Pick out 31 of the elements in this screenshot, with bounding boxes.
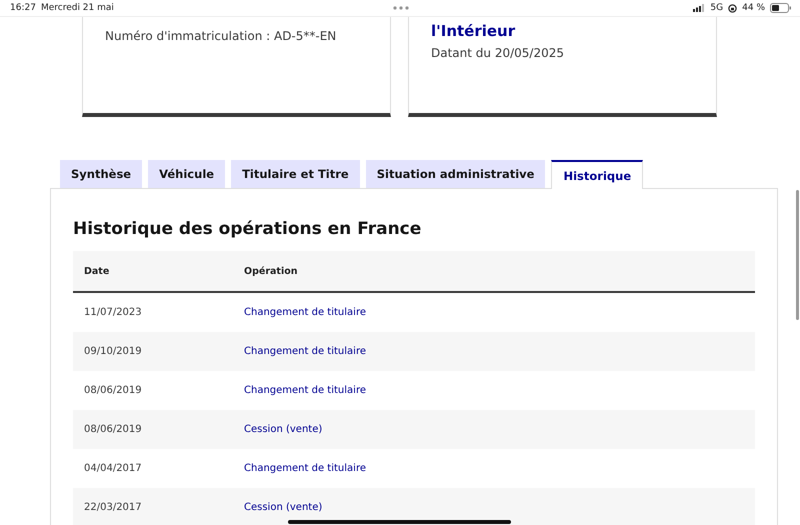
operation-link[interactable]: Changement de titulaire bbox=[244, 463, 366, 474]
date-cell-text: 22/03/2017 bbox=[83, 502, 143, 513]
operation-link[interactable]: Changement de titulaire bbox=[244, 307, 366, 318]
battery-icon bbox=[770, 3, 792, 13]
operation-link[interactable]: Cession (vente) bbox=[244, 502, 322, 513]
operation-link[interactable]: Cession (vente) bbox=[244, 424, 322, 435]
rotation-lock-icon bbox=[728, 4, 738, 12]
section-heading: Historique des opérations en France bbox=[73, 219, 422, 239]
card-title[interactable]: l'Intérieur bbox=[431, 22, 694, 40]
date-cell-text: 09/10/2019 bbox=[83, 346, 143, 357]
date-cell-text: 08/06/2019 bbox=[83, 424, 143, 435]
column-header: Opération bbox=[244, 266, 298, 276]
signal-icon bbox=[693, 4, 706, 12]
date-cell-text: 11/07/2023 bbox=[83, 307, 143, 318]
date-cell-text: 04/04/2017 bbox=[83, 463, 143, 474]
tab[interactable]: Situation administrative bbox=[366, 160, 546, 188]
tab[interactable]: Historique bbox=[551, 160, 644, 189]
date-cell-text: 08/06/2019 bbox=[83, 385, 143, 396]
operation-link[interactable]: Changement de titulaire bbox=[244, 346, 366, 357]
tab[interactable]: Synthèse bbox=[60, 160, 142, 188]
tab[interactable]: Titulaire et Titre bbox=[231, 160, 360, 188]
card-text: Datant du 20/05/2025 bbox=[431, 46, 565, 60]
more-icon[interactable] bbox=[393, 6, 409, 10]
clock-time: 16:27 bbox=[10, 3, 36, 13]
tab[interactable]: Véhicule bbox=[148, 160, 226, 188]
battery-percent: 44 % bbox=[742, 3, 765, 13]
network-label: 5G bbox=[710, 3, 724, 13]
column-header: Date bbox=[83, 266, 110, 276]
status-date: Mercredi 21 mai bbox=[40, 3, 114, 13]
operation-link[interactable]: Changement de titulaire bbox=[244, 385, 366, 396]
card-text: Numéro d'immatriculation : AD-5**-EN bbox=[105, 29, 338, 43]
